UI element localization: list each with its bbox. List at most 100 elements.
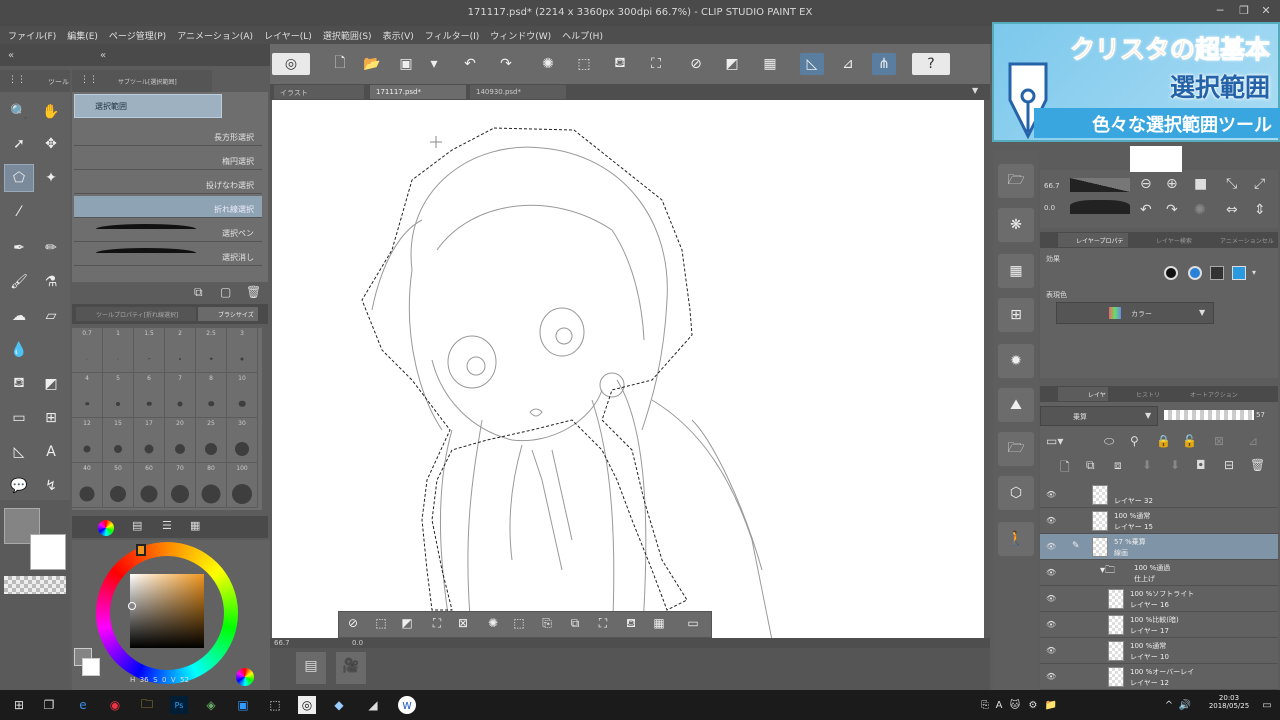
brush-tool-icon[interactable]: 🖌 xyxy=(4,268,34,296)
sel-clear-out-icon[interactable]: ⬚ xyxy=(509,616,529,634)
visibility-eye-icon[interactable]: 👁 xyxy=(1046,672,1056,681)
layer-mask-icon[interactable]: ◘ xyxy=(1196,458,1206,472)
material-2-icon[interactable]: ❋ xyxy=(998,208,1034,242)
color-set-tab-icon[interactable]: ▤ xyxy=(132,519,142,532)
brush-size-tab[interactable]: ブラシサイズ xyxy=(198,307,258,321)
subtool-rect-select[interactable]: 長方形選択 xyxy=(74,124,262,146)
animation-icon[interactable]: 🎥 xyxy=(336,652,366,684)
snap-special-ruler-icon[interactable]: ⊿ xyxy=(836,53,860,75)
eyedropper-icon[interactable]: ⁄ xyxy=(4,198,34,226)
visibility-eye-icon[interactable]: 👁 xyxy=(1046,594,1056,603)
reset-rotate-icon[interactable]: ✺ xyxy=(1194,202,1206,218)
task-view-icon[interactable]: ❐ xyxy=(40,696,58,714)
explorer-icon[interactable]: 🗀 xyxy=(138,696,156,714)
menu-file[interactable]: ファイル(F) xyxy=(4,29,63,42)
selection-tool-icon[interactable]: ⬠ xyxy=(4,164,34,192)
layer-row[interactable]: 👁 100 %通常 レイヤー 15 xyxy=(1040,508,1278,534)
sv-cursor[interactable] xyxy=(128,602,136,610)
new-folder-icon[interactable]: ⧈ xyxy=(1114,458,1122,473)
subtool-tab[interactable]: ⋮⋮ サブツール[選択範囲] xyxy=(72,70,212,92)
transfer-down-icon[interactable]: ⬇ xyxy=(1142,458,1152,472)
express-color-select[interactable]: カラー ▼ xyxy=(1056,302,1214,324)
color-slider-tab-icon[interactable]: ☰ xyxy=(162,519,172,532)
brush-size-cell[interactable]: 40 xyxy=(72,463,103,508)
brush-size-cell[interactable]: 20 xyxy=(165,418,196,463)
tab-layer-search[interactable]: レイヤー検索 xyxy=(1140,233,1200,247)
ruler-range-icon[interactable]: ⊿ xyxy=(1248,434,1258,448)
fill-tool-icon[interactable]: ⛾ xyxy=(4,370,34,398)
help-icon[interactable]: ? xyxy=(912,53,950,75)
subtool-selection-pen[interactable]: 選択ペン xyxy=(74,220,262,242)
apply-mask-icon[interactable]: ⊟ xyxy=(1224,458,1234,472)
menu-page[interactable]: ページ管理(P) xyxy=(105,29,173,42)
edge-icon[interactable]: e xyxy=(74,696,92,714)
brush-size-cell[interactable]: 5 xyxy=(103,373,134,418)
subtool-selection-eraser[interactable]: 選択消し xyxy=(74,244,262,266)
app-icon-3[interactable]: ⬚ xyxy=(266,696,284,714)
volume-icon[interactable]: 🔊 xyxy=(1176,696,1194,714)
clip-layer-icon[interactable]: ⬭ xyxy=(1104,434,1114,449)
transparent-color[interactable] xyxy=(4,576,66,594)
zoom-out-icon[interactable]: ⊖ xyxy=(1140,176,1152,192)
visibility-eye-icon[interactable]: 👁 xyxy=(1046,542,1056,551)
brush-size-cell[interactable]: 17 xyxy=(134,418,165,463)
brush-size-cell[interactable]: 50 xyxy=(103,463,134,508)
subtool-ellipse-select[interactable]: 楕円選択 xyxy=(74,148,262,170)
brush-size-cell[interactable]: 0.7 xyxy=(72,328,103,373)
tool-property-tab[interactable]: ツールプロパティ[折れ線選択] xyxy=(76,307,196,321)
material-9-icon[interactable]: 🚶 xyxy=(998,522,1034,556)
tab-auto-action[interactable]: オートアクション xyxy=(1162,387,1242,401)
brush-size-cell[interactable]: 80 xyxy=(196,463,227,508)
ruler-tool-icon[interactable]: ◺ xyxy=(4,438,34,466)
new-raster-layer-icon[interactable]: 🗋 xyxy=(1060,458,1070,479)
frame-border-icon[interactable]: ⊞ xyxy=(36,404,66,432)
opacity-slider[interactable] xyxy=(1164,410,1254,420)
menu-view[interactable]: 表示(V) xyxy=(379,29,421,42)
zoom-slider[interactable] xyxy=(1070,178,1130,192)
maximize-icon[interactable]: ❐ xyxy=(1236,4,1252,20)
reference-layer-icon[interactable]: ⚲ xyxy=(1130,434,1139,448)
drawing-canvas[interactable] xyxy=(272,100,984,640)
effect-border-icon[interactable] xyxy=(1164,266,1178,280)
visibility-eye-icon[interactable]: 👁 xyxy=(1046,490,1056,499)
lock-alpha-icon[interactable]: 🔓 xyxy=(1182,434,1197,448)
effect-layer-color-icon[interactable] xyxy=(1232,266,1246,280)
menu-animation[interactable]: アニメーション(A) xyxy=(173,29,260,42)
fit-icon[interactable]: ⤡ xyxy=(1226,176,1237,192)
snap-grid-icon[interactable]: ⋔ xyxy=(872,53,896,75)
invert-selection-icon[interactable]: ◩ xyxy=(720,53,744,75)
clock[interactable]: 20:03 2018/05/25 xyxy=(1204,694,1254,710)
eraser-icon[interactable]: ▱ xyxy=(36,302,66,330)
save-dropdown-icon[interactable]: ▾ xyxy=(422,53,446,75)
brush-size-cell[interactable]: 7 xyxy=(165,373,196,418)
delete-layer-icon[interactable]: 🗑 xyxy=(1250,458,1265,472)
rotate-slider[interactable] xyxy=(1070,200,1130,214)
sel-clear-outside-icon[interactable]: ⬚ xyxy=(371,616,391,634)
photoshop-icon[interactable]: Ps xyxy=(170,696,188,714)
undo-icon[interactable]: ↶ xyxy=(458,53,482,75)
pencil-tool-icon[interactable]: ✏ xyxy=(36,234,66,262)
brush-size-cell[interactable]: 30 xyxy=(227,418,258,463)
layer-color-icon[interactable]: ▭▾ xyxy=(1046,434,1063,448)
brush-size-cell[interactable]: 12 xyxy=(72,418,103,463)
sel-new-layer-icon[interactable]: ⧉ xyxy=(565,616,585,634)
zoom-in-icon[interactable]: ⊕ xyxy=(1166,176,1178,192)
tab-layer-property[interactable]: レイヤープロパティ xyxy=(1058,233,1128,254)
new-vector-layer-icon[interactable]: ⧉ xyxy=(1086,458,1095,473)
show-selection-icon[interactable]: ▦ xyxy=(758,53,782,75)
brush-size-cell[interactable]: 25 xyxy=(196,418,227,463)
current-sub-color[interactable] xyxy=(82,658,100,676)
rotate-right-icon[interactable]: ↷ xyxy=(1166,202,1178,218)
visibility-eye-icon[interactable]: 👁 xyxy=(1046,516,1056,525)
layer-row[interactable]: 👁 100 %比較(暗) レイヤー 17 xyxy=(1040,612,1278,638)
brush-size-cell[interactable]: 70 xyxy=(165,463,196,508)
sel-settings-icon[interactable]: ▭ xyxy=(683,616,703,634)
redo-icon[interactable]: ↷ xyxy=(494,53,518,75)
tab-history[interactable]: ヒストリー xyxy=(1112,387,1162,408)
material-4-icon[interactable]: ⊞ xyxy=(998,298,1034,332)
selection-marquee[interactable] xyxy=(361,127,693,611)
new-file-icon[interactable]: 🗋 xyxy=(328,53,352,75)
notification-icon[interactable]: ▭ xyxy=(1258,696,1276,714)
sel-clear-icon[interactable]: ✺ xyxy=(483,616,503,634)
menu-window[interactable]: ウィンドウ(W) xyxy=(486,29,558,42)
